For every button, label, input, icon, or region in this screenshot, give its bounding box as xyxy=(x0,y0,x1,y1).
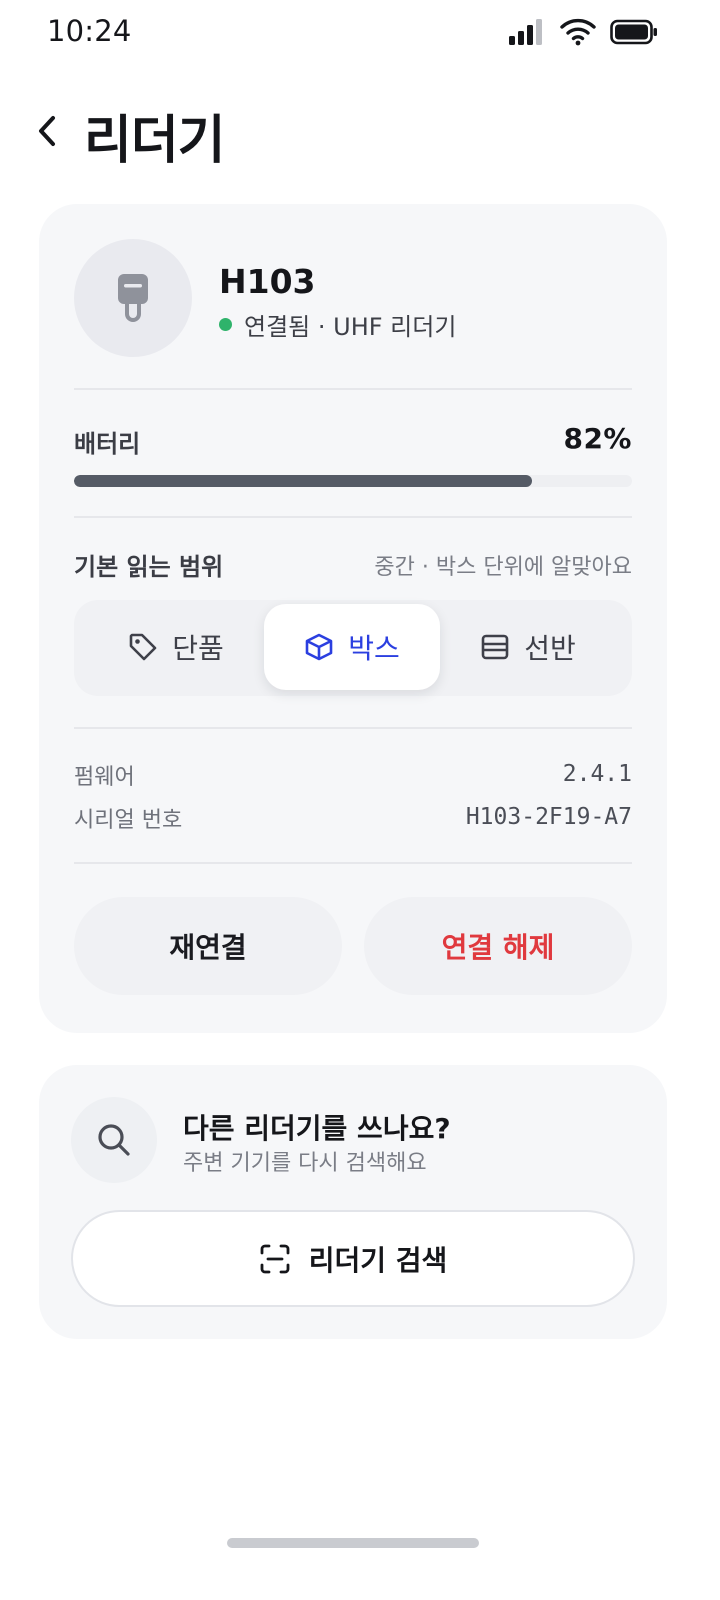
serial-label: 시리얼 번호 xyxy=(74,808,183,833)
scan-readers-label: 리더기 검색 xyxy=(308,1243,448,1277)
range-option-label: 단품 xyxy=(172,632,224,665)
range-hint: 중간 · 박스 단위에 알맞아요 xyxy=(374,555,632,580)
divider xyxy=(74,516,632,518)
battery-bar xyxy=(74,475,632,487)
search-title: 다른 리더기를 쓰나요? xyxy=(183,1112,451,1145)
search-icon xyxy=(98,1124,130,1156)
device-avatar xyxy=(74,239,192,357)
scan-readers-button[interactable]: 리더기 검색 xyxy=(71,1210,635,1307)
device-card: H103 연결됨 · UHF 리더기 배터리 82% 기본 읽는 범위 중간 ·… xyxy=(39,204,667,1033)
divider xyxy=(74,727,632,729)
divider xyxy=(74,388,632,390)
reconnect-button[interactable]: 재연결 xyxy=(74,897,342,995)
device-name: H103 xyxy=(219,262,316,301)
cellular-signal-icon xyxy=(509,19,542,45)
battery-status-icon xyxy=(610,19,657,45)
status-time: 10:24 xyxy=(47,14,132,48)
battery-value: 82% xyxy=(563,422,632,455)
status-dot xyxy=(219,318,232,331)
range-option-single[interactable]: 단품 xyxy=(88,604,264,690)
range-option-label: 선반 xyxy=(524,632,576,665)
range-option-label: 박스 xyxy=(348,632,400,665)
nav-header: 리더기 xyxy=(0,92,720,182)
search-icon-badge xyxy=(71,1097,157,1183)
serial-value: H103-2F19-A7 xyxy=(465,804,632,830)
divider xyxy=(74,862,632,864)
shelf-icon xyxy=(481,634,509,660)
firmware-value: 2.4.1 xyxy=(562,761,632,787)
search-card: 다른 리더기를 쓰나요? 주변 기기를 다시 검색해요 리더기 검색 xyxy=(39,1065,667,1339)
range-segmented-control: 단품 박스 선반 xyxy=(74,600,632,696)
rfid-reader-icon xyxy=(118,274,148,322)
firmware-label: 펌웨어 xyxy=(74,765,135,790)
search-subtitle: 주변 기기를 다시 검색해요 xyxy=(183,1151,427,1176)
range-label: 기본 읽는 범위 xyxy=(74,553,224,581)
page-title: 리더기 xyxy=(84,111,226,171)
chevron-left-icon xyxy=(39,116,55,146)
tag-icon xyxy=(129,633,157,661)
status-bar: 10:24 xyxy=(0,0,720,68)
battery-bar-fill xyxy=(74,475,532,487)
home-indicator[interactable] xyxy=(227,1538,479,1548)
range-option-shelf[interactable]: 선반 xyxy=(440,604,616,690)
battery-label: 배터리 xyxy=(74,430,141,458)
status-icons xyxy=(508,18,658,46)
back-button[interactable] xyxy=(22,106,72,156)
range-option-box[interactable]: 박스 xyxy=(264,604,440,690)
connection-status: 연결됨 · UHF 리더기 xyxy=(219,307,456,342)
box-icon xyxy=(305,633,333,661)
wifi-icon xyxy=(560,18,596,46)
disconnect-button[interactable]: 연결 해제 xyxy=(364,897,632,995)
scan-icon xyxy=(260,1244,290,1273)
connection-status-text: 연결됨 · UHF 리더기 xyxy=(244,313,457,341)
